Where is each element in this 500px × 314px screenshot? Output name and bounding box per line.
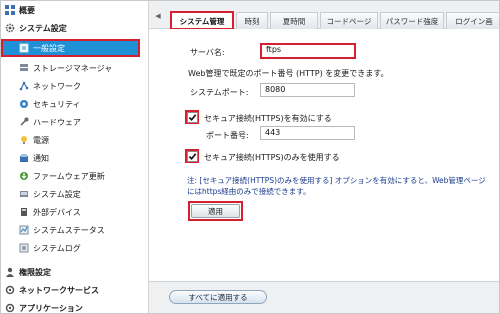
sidebar-group-network-services[interactable]: ネットワークサービス [1,281,148,299]
sidebar-item-label: システムステータス [33,225,105,235]
port-number-label: ポート番号: [206,131,249,140]
tab-label: コードページ [326,16,372,26]
sidebar-item-label: ファームウェア更新 [33,171,105,181]
sidebar-item-label: セキュリティ [33,99,81,109]
highlight-frame [170,11,234,30]
sidebar-item-label: 通知 [33,153,49,163]
external-device-icon [19,207,29,217]
tab-label: ログイン画 [455,16,493,26]
tab-scroll-left-icon[interactable]: ◀ [153,11,163,21]
server-name-label: サーバ名: [190,48,225,57]
system-log-icon [19,243,29,253]
system-port-input[interactable]: 8080 [260,83,355,97]
security-icon [19,99,29,109]
tab-password-strength[interactable]: パスワード強度 [380,12,444,29]
sidebar-item-label: 権限設定 [19,267,51,277]
sidebar-item-power[interactable]: 電源 [1,131,148,149]
sidebar-item-system-settings[interactable]: システム設定 [1,185,148,203]
server-name-input[interactable]: ftps [260,43,356,59]
port-hint-text: Web管理で既定のポート番号 (HTTP) を変更できます。 [188,69,389,78]
https-enable-checkbox[interactable] [187,112,198,123]
sidebar-item-storage-manager[interactable]: ストレージマネージャ [1,59,148,77]
sidebar-item-hardware[interactable]: ハードウェア [1,113,148,131]
sidebar-item-label: ネットワーク [33,81,81,91]
app-window: 概要 システム設定 一般設定 ストレージマネージャ ネットワーク セキュリティ … [0,0,500,314]
power-icon [19,135,29,145]
sidebar-group-privilege-settings[interactable]: 権限設定 [1,263,148,281]
https-only-checkbox[interactable] [187,151,198,162]
sidebar-item-label: 概要 [19,5,35,15]
https-port-input[interactable]: 443 [260,126,355,140]
sidebar-item-notification[interactable]: 通知 [1,149,148,167]
network-icon [19,81,29,91]
system-port-label: システムポート: [190,88,249,97]
sidebar-item-label: ネットワークサービス [19,285,99,295]
sidebar-item-label: 一般設定 [33,43,65,53]
user-icon [5,267,15,277]
sidebar-item-system-log[interactable]: システムログ [1,239,148,257]
sidebar-item-label: ハードウェア [33,117,81,127]
sidebar-item-overview[interactable]: 概要 [1,1,148,19]
apply-button[interactable]: 適用 [191,204,240,218]
sidebar-group-system-settings[interactable]: システム設定 [1,19,148,37]
system-settings-icon [19,189,29,199]
tab-login-screen[interactable]: ログイン画 [446,12,499,29]
sidebar-item-label: システムログ [33,243,81,253]
https-enable-label: セキュア接続(HTTPS)を有効にする [204,114,332,123]
https-note: 注: [セキュア接続(HTTPS)のみを使用する] オプションを有効にすると、W… [187,175,487,197]
note-line: にはhttps経由のみで接続できます。 [187,187,311,196]
notification-icon [19,153,29,163]
note-line: 注: [セキュア接続(HTTPS)のみを使用する] オプションを有効にすると、W… [187,176,486,185]
dashboard-icon [5,5,15,15]
sidebar-item-general-settings[interactable]: 一般設定 [1,39,140,57]
sidebar-item-label: システム設定 [19,23,67,33]
tab-label: 夏時間 [282,16,306,26]
sidebar-item-label: ストレージマネージャ [33,63,113,73]
sidebar-item-label: アプリケーション [19,303,83,313]
sidebar-item-external-devices[interactable]: 外部デバイス [1,203,148,221]
system-status-icon [19,225,29,235]
sidebar: 概要 システム設定 一般設定 ストレージマネージャ ネットワーク セキュリティ … [1,1,149,313]
tab-system-administration[interactable]: システム管理 [170,11,234,30]
storage-icon [19,63,29,73]
general-settings-icon [19,43,29,53]
network-services-icon [5,285,15,295]
tab-time[interactable]: 時刻 [236,12,268,29]
firmware-update-icon [19,171,29,181]
apply-all-button[interactable]: すべてに適用する [169,290,267,304]
tab-label: パスワード強度 [385,16,439,26]
https-only-label: セキュア接続(HTTPS)のみを使用する [204,153,340,162]
sidebar-item-security[interactable]: セキュリティ [1,95,148,113]
tab-daylight-saving[interactable]: 夏時間 [270,12,318,29]
sidebar-item-label: 外部デバイス [33,207,81,217]
tab-label: 時刻 [244,16,260,26]
sidebar-group-applications[interactable]: アプリケーション [1,299,148,313]
gear-icon [5,23,15,33]
sidebar-item-system-status[interactable]: システムステータス [1,221,148,239]
tab-code-page[interactable]: コードページ [320,12,378,29]
sidebar-item-label: システム設定 [33,189,81,199]
hardware-icon [19,117,29,127]
sidebar-item-network[interactable]: ネットワーク [1,77,148,95]
sidebar-item-firmware-update[interactable]: ファームウェア更新 [1,167,148,185]
applications-icon [5,303,15,313]
sidebar-item-label: 電源 [33,135,49,145]
